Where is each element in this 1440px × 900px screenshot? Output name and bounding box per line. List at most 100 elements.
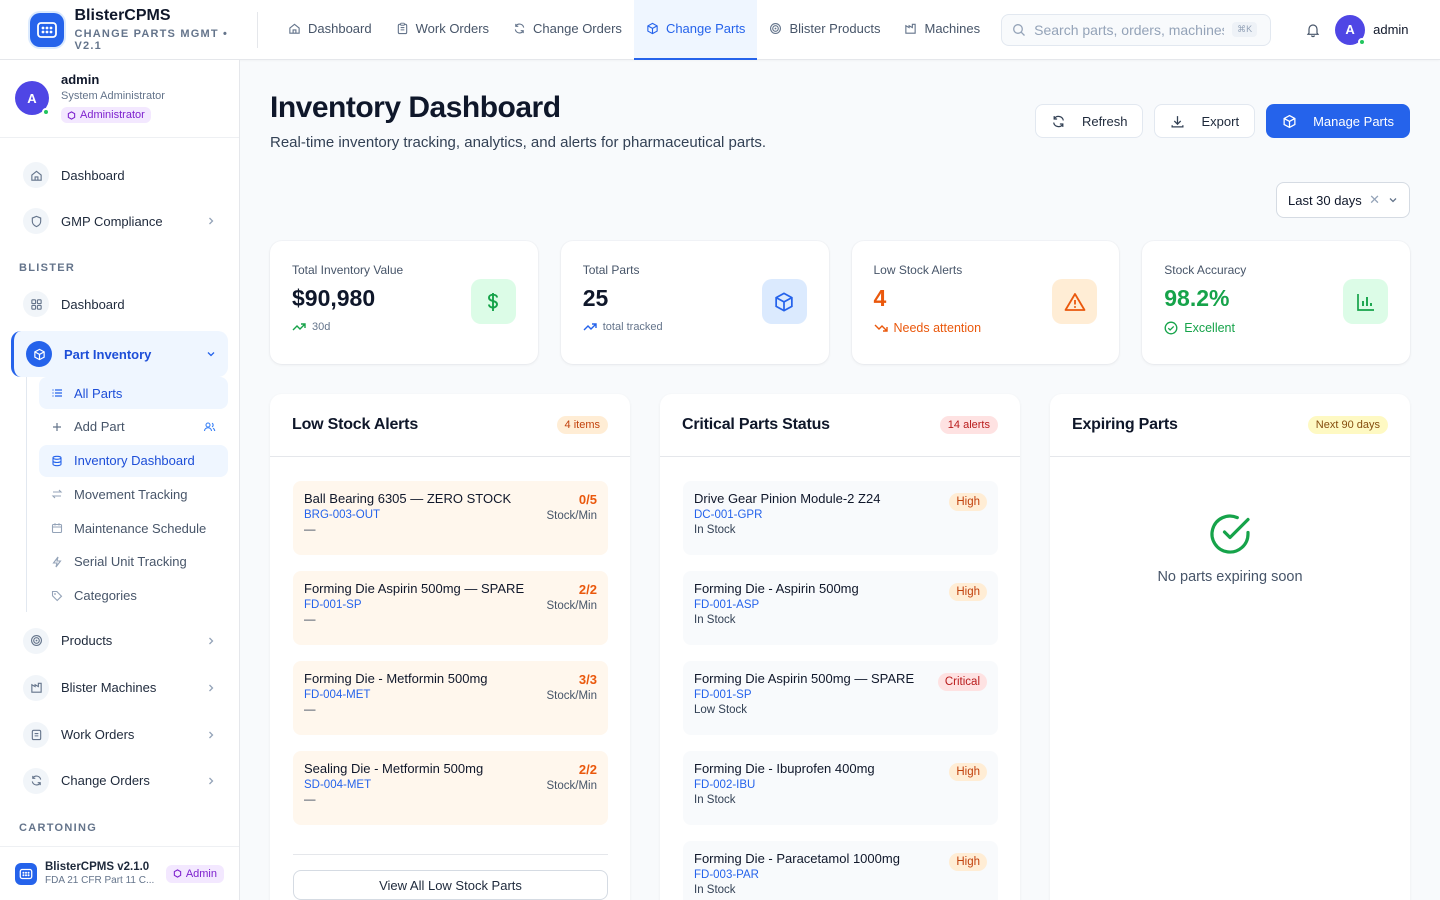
manage-parts-label: Manage Parts bbox=[1313, 113, 1394, 129]
search-shortcut: ⌘K bbox=[1232, 22, 1258, 37]
critical-parts-list: Drive Gear Pinion Module-2 Z24 DC-001-GP… bbox=[660, 457, 1020, 900]
sidebar-item-blister-machines[interactable]: Blister Machines bbox=[11, 668, 228, 708]
footer-compliance: FDA 21 CFR Part 11 C... bbox=[45, 875, 155, 886]
stock-status: In Stock bbox=[694, 884, 736, 896]
list-item[interactable]: Sealing Die - Metformin 500mg SD-004-MET… bbox=[293, 751, 608, 825]
part-note: — bbox=[304, 704, 316, 716]
sidebar-item-dashboard[interactable]: Dashboard bbox=[11, 155, 228, 195]
top-bar: BlisterCPMS CHANGE PARTS MGMT • V2.1 Das… bbox=[0, 0, 1440, 60]
panel-title: Critical Parts Status bbox=[682, 416, 830, 433]
panel-title: Low Stock Alerts bbox=[292, 416, 419, 433]
brand[interactable]: BlisterCPMS CHANGE PARTS MGMT • V2.1 bbox=[0, 7, 258, 52]
chevron-down-icon bbox=[207, 352, 215, 357]
search-input[interactable] bbox=[1034, 21, 1225, 38]
stat-card-total-parts: Total Parts 25 total tracked bbox=[560, 241, 829, 364]
role-badge-label: Administrator bbox=[80, 109, 145, 121]
low-stock-panel: Low Stock Alerts 4 items Ball Bearing 63… bbox=[270, 394, 630, 900]
topnav-change-orders[interactable]: Change Orders bbox=[501, 0, 634, 60]
stat-label: Low Stock Alerts bbox=[873, 263, 963, 277]
footer-role-badge-label: Admin bbox=[185, 867, 217, 880]
submenu-categories[interactable]: Categories bbox=[39, 580, 228, 612]
submenu-label: Inventory Dashboard bbox=[74, 453, 195, 469]
expiring-parts-panel: Expiring Parts Next 90 days No parts exp… bbox=[1050, 394, 1410, 900]
check-circle-icon bbox=[1210, 514, 1250, 554]
view-all-low-stock-button[interactable]: View All Low Stock Parts bbox=[293, 870, 608, 900]
submenu-add-part[interactable]: Add Part bbox=[39, 411, 228, 443]
submenu-serial-unit-tracking[interactable]: Serial Unit Tracking bbox=[39, 546, 228, 578]
box-icon bbox=[1283, 114, 1296, 128]
submenu-label: All Parts bbox=[74, 385, 123, 401]
submenu-movement-tracking[interactable]: Movement Tracking bbox=[39, 478, 228, 510]
submenu-maintenance-schedule[interactable]: Maintenance Schedule bbox=[39, 512, 228, 544]
topnav-work-orders[interactable]: Work Orders bbox=[384, 0, 501, 60]
list-item[interactable]: Forming Die - Aspirin 500mg FD-001-ASP I… bbox=[683, 571, 998, 645]
user-menu[interactable]: A admin bbox=[1335, 14, 1409, 46]
stock-status: In Stock bbox=[694, 794, 736, 806]
app-logo-icon bbox=[30, 12, 64, 47]
building-icon bbox=[23, 674, 49, 701]
chevron-down-icon bbox=[1389, 198, 1397, 203]
submenu-inventory-dashboard[interactable]: Inventory Dashboard bbox=[39, 444, 228, 477]
topnav-label: Machines bbox=[924, 21, 981, 36]
sidebar-item-gmp-compliance[interactable]: GMP Compliance bbox=[11, 201, 228, 241]
clipboard-icon bbox=[23, 721, 49, 748]
search-box[interactable]: ⌘K bbox=[1001, 13, 1272, 46]
avatar: A bbox=[15, 81, 50, 116]
stock-ratio: 2/2 bbox=[578, 762, 597, 777]
submenu-label: Maintenance Schedule bbox=[74, 520, 207, 536]
priority-badge: High bbox=[949, 853, 987, 871]
stock-unit: Stock/Min bbox=[546, 600, 598, 612]
part-note: — bbox=[304, 614, 316, 626]
app-logo-icon bbox=[15, 862, 37, 885]
export-button[interactable]: Export bbox=[1154, 104, 1256, 138]
refresh-button[interactable]: Refresh bbox=[1034, 104, 1144, 138]
sidebar-item-label: Blister Machines bbox=[61, 680, 157, 696]
chevron-right-icon bbox=[209, 637, 214, 645]
submenu-label: Movement Tracking bbox=[74, 486, 188, 502]
list-item[interactable]: Ball Bearing 6305 — ZERO STOCK BRG-003-O… bbox=[293, 481, 608, 555]
stock-status: Low Stock bbox=[694, 704, 748, 716]
sidebar-item-blister-dashboard[interactable]: Dashboard bbox=[11, 284, 228, 324]
submenu-all-parts[interactable]: All Parts bbox=[39, 377, 228, 409]
sidebar-item-work-orders[interactable]: Work Orders bbox=[11, 715, 228, 755]
topnav-dashboard[interactable]: Dashboard bbox=[276, 0, 384, 60]
topnav-machines[interactable]: Machines bbox=[892, 0, 992, 60]
sidebar-item-products[interactable]: Products bbox=[11, 621, 228, 661]
list-item[interactable]: Forming Die - Paracetamol 1000mg FD-003-… bbox=[683, 841, 998, 900]
list-item[interactable]: Forming Die - Metformin 500mg FD-004-MET… bbox=[293, 661, 608, 735]
sidebar-item-change-orders[interactable]: Change Orders bbox=[11, 761, 228, 801]
notifications-button[interactable] bbox=[1305, 22, 1321, 38]
list-item[interactable]: Forming Die Aspirin 500mg — SPARE FD-001… bbox=[293, 571, 608, 645]
list-item[interactable]: Forming Die - Ibuprofen 400mg FD-002-IBU… bbox=[683, 751, 998, 825]
submenu-label: Serial Unit Tracking bbox=[74, 554, 187, 570]
panel-title: Expiring Parts bbox=[1072, 416, 1178, 433]
refresh-icon bbox=[514, 23, 525, 34]
list-item[interactable]: Drive Gear Pinion Module-2 Z24 DC-001-GP… bbox=[683, 481, 998, 555]
sidebar-item-label: Dashboard bbox=[61, 296, 125, 312]
manage-parts-button[interactable]: Manage Parts bbox=[1266, 104, 1410, 138]
shield-icon bbox=[23, 208, 49, 234]
stock-ratio: 2/2 bbox=[578, 582, 597, 597]
clear-icon[interactable]: ✕ bbox=[1369, 192, 1380, 208]
period-select[interactable]: Last 30 days ✕ bbox=[1276, 182, 1410, 218]
stock-status: In Stock bbox=[694, 524, 736, 536]
chevron-right-icon bbox=[209, 217, 214, 225]
stat-card-inventory-value: Total Inventory Value $90,980 30d bbox=[270, 241, 538, 364]
stat-card-stock-accuracy: Stock Accuracy 98.2% Excellent bbox=[1142, 241, 1410, 364]
page-actions: Refresh Export Manage Parts bbox=[1034, 104, 1410, 138]
stat-card-low-stock: Low Stock Alerts 4 Needs attention bbox=[851, 241, 1120, 364]
panel-header: Critical Parts Status 14 alerts bbox=[660, 394, 1020, 457]
topnav-blister-products[interactable]: Blister Products bbox=[757, 0, 892, 60]
sidebar-footer: BlisterCPMS v2.1.0 FDA 21 CFR Part 11 C.… bbox=[0, 846, 239, 900]
users-icon bbox=[203, 422, 216, 431]
sidebar-item-label: Dashboard bbox=[61, 167, 125, 183]
list-item[interactable]: Forming Die Aspirin 500mg — SPARE FD-001… bbox=[683, 661, 998, 735]
sidebar: A admin System Administrator Administrat… bbox=[0, 60, 240, 900]
sidebar-item-part-inventory[interactable]: Part Inventory bbox=[11, 331, 228, 377]
topnav-change-parts[interactable]: Change Parts bbox=[633, 0, 758, 60]
online-indicator bbox=[42, 108, 50, 116]
empty-state: No parts expiring soon bbox=[1050, 457, 1410, 585]
divider bbox=[293, 854, 608, 855]
panels-row: Low Stock Alerts 4 items Ball Bearing 63… bbox=[270, 394, 1410, 900]
part-note: — bbox=[304, 524, 316, 536]
